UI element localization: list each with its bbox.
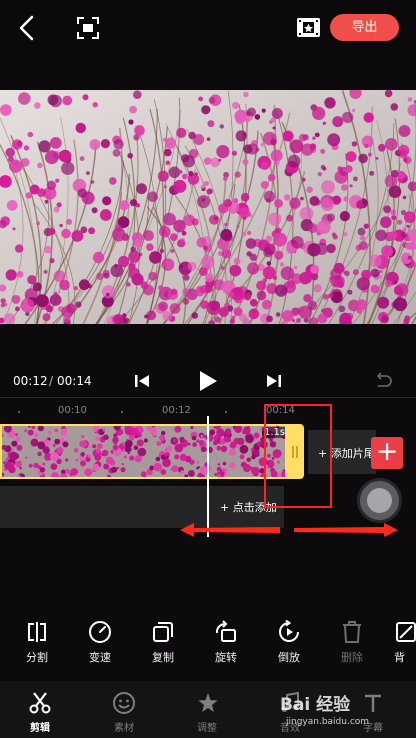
right-arrow-icon: [294, 523, 398, 537]
rotate-icon: [215, 620, 236, 642]
tool-label: 倒放: [278, 651, 300, 664]
playhead[interactable]: [207, 416, 209, 537]
nav-label: 调整: [197, 723, 217, 734]
back-arrow-icon[interactable]: [16, 15, 38, 41]
tool-copy[interactable]: 复制: [138, 620, 188, 666]
nav-materials[interactable]: 素材: [94, 691, 154, 735]
star-icon: [198, 693, 218, 712]
speed-icon: [89, 621, 111, 643]
ruler-label: 00:12: [162, 405, 191, 416]
add-media-button[interactable]: +: [371, 437, 403, 469]
skip-to-end-icon[interactable]: [266, 373, 282, 389]
total-time: 00:14: [57, 374, 92, 388]
split-icon: [28, 622, 46, 642]
ruler-dot: [121, 411, 123, 413]
nav-adjust[interactable]: 调整: [177, 691, 237, 735]
background-icon: [396, 622, 416, 642]
ruler-dot: [18, 411, 20, 413]
tool-label: 复制: [152, 651, 174, 664]
tool-rotate[interactable]: 旋转: [201, 620, 251, 666]
play-icon[interactable]: [197, 370, 219, 392]
nav-label: 剪辑: [30, 723, 50, 734]
copy-icon: [153, 622, 173, 642]
time-separator: /: [49, 374, 54, 388]
film-icon[interactable]: [296, 17, 321, 38]
ruler-label: 00:10: [58, 405, 87, 416]
nav-edit[interactable]: 剪辑: [10, 691, 70, 735]
export-button[interactable]: 导出: [330, 14, 399, 41]
video-clip[interactable]: [0, 424, 287, 479]
skip-to-start-icon[interactable]: [134, 373, 150, 389]
watermark-url: jingyan.baidu.com: [286, 717, 370, 727]
scissors-icon: [29, 692, 51, 714]
tool-label: 删除: [341, 651, 363, 664]
watermark-logo: Bai 经验: [280, 695, 351, 715]
record-button[interactable]: [357, 478, 402, 523]
undo-icon[interactable]: [374, 372, 392, 390]
video-preview[interactable]: [0, 90, 416, 324]
tool-split[interactable]: 分割: [12, 620, 62, 666]
left-arrow-icon: [180, 523, 280, 537]
tool-reverse[interactable]: 倒放: [264, 620, 314, 666]
playback-bar: 00:12 / 00:14: [0, 360, 416, 400]
sticker-icon: [113, 692, 135, 714]
tool-speed[interactable]: 变速: [75, 620, 125, 666]
delete-icon: [343, 621, 361, 643]
tool-label: 变速: [89, 651, 111, 664]
annotation-highlight: [264, 404, 332, 508]
tool-delete[interactable]: 删除: [327, 620, 377, 666]
baidu-watermark: Bai 经验 jingyan.baidu.com: [280, 690, 390, 732]
tool-label: 旋转: [215, 651, 237, 664]
current-time: 00:12: [13, 374, 48, 388]
edit-toolbar: 分割 变速 复制 旋转 倒放 删除 背: [0, 620, 416, 666]
nav-label: 素材: [114, 723, 134, 734]
reverse-icon: [279, 620, 299, 642]
fullscreen-icon[interactable]: [76, 16, 100, 40]
tool-background[interactable]: 背: [390, 620, 416, 666]
tool-label: 背: [394, 651, 405, 664]
ruler-dot: [225, 411, 227, 413]
top-bar: 导出: [0, 0, 416, 56]
tool-label: 分割: [26, 651, 48, 664]
